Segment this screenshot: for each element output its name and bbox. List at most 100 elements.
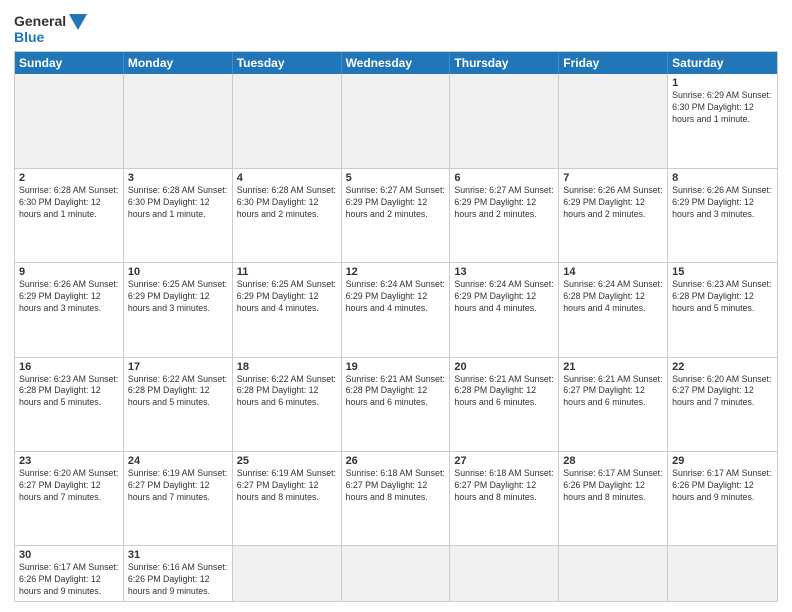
day-cell-3: 3Sunrise: 6:28 AM Sunset: 6:30 PM Daylig…: [124, 169, 233, 263]
day-cell-31: 31Sunrise: 6:16 AM Sunset: 6:26 PM Dayli…: [124, 546, 233, 601]
empty-cell: [668, 546, 777, 601]
empty-cell: [450, 546, 559, 601]
cell-info: Sunrise: 6:23 AM Sunset: 6:28 PM Dayligh…: [19, 374, 119, 410]
day-cell-12: 12Sunrise: 6:24 AM Sunset: 6:29 PM Dayli…: [342, 263, 451, 357]
day-number: 15: [672, 266, 773, 278]
cell-info: Sunrise: 6:21 AM Sunset: 6:28 PM Dayligh…: [346, 374, 446, 410]
day-number: 31: [128, 549, 228, 561]
cell-info: Sunrise: 6:22 AM Sunset: 6:28 PM Dayligh…: [128, 374, 228, 410]
empty-cell: [233, 546, 342, 601]
day-cell-13: 13Sunrise: 6:24 AM Sunset: 6:29 PM Dayli…: [450, 263, 559, 357]
day-number: 5: [346, 172, 446, 184]
day-number: 1: [672, 77, 773, 89]
day-cell-23: 23Sunrise: 6:20 AM Sunset: 6:27 PM Dayli…: [15, 452, 124, 546]
header: General Blue: [14, 10, 778, 45]
logo-line1: General: [14, 14, 87, 30]
day-cell-17: 17Sunrise: 6:22 AM Sunset: 6:28 PM Dayli…: [124, 358, 233, 452]
cell-info: Sunrise: 6:18 AM Sunset: 6:27 PM Dayligh…: [346, 468, 446, 504]
day-cell-7: 7Sunrise: 6:26 AM Sunset: 6:29 PM Daylig…: [559, 169, 668, 263]
cell-info: Sunrise: 6:22 AM Sunset: 6:28 PM Dayligh…: [237, 374, 337, 410]
day-number: 8: [672, 172, 773, 184]
day-number: 26: [346, 455, 446, 467]
day-cell-30: 30Sunrise: 6:17 AM Sunset: 6:26 PM Dayli…: [15, 546, 124, 601]
cell-info: Sunrise: 6:18 AM Sunset: 6:27 PM Dayligh…: [454, 468, 554, 504]
day-number: 17: [128, 361, 228, 373]
day-number: 13: [454, 266, 554, 278]
day-cell-1: 1Sunrise: 6:29 AM Sunset: 6:30 PM Daylig…: [668, 74, 777, 168]
cell-info: Sunrise: 6:19 AM Sunset: 6:27 PM Dayligh…: [237, 468, 337, 504]
day-header-monday: Monday: [124, 52, 233, 74]
empty-cell: [342, 546, 451, 601]
day-cell-8: 8Sunrise: 6:26 AM Sunset: 6:29 PM Daylig…: [668, 169, 777, 263]
cell-info: Sunrise: 6:28 AM Sunset: 6:30 PM Dayligh…: [19, 185, 119, 221]
day-cell-9: 9Sunrise: 6:26 AM Sunset: 6:29 PM Daylig…: [15, 263, 124, 357]
day-number: 10: [128, 266, 228, 278]
day-cell-5: 5Sunrise: 6:27 AM Sunset: 6:29 PM Daylig…: [342, 169, 451, 263]
cell-info: Sunrise: 6:23 AM Sunset: 6:28 PM Dayligh…: [672, 279, 773, 315]
empty-cell: [559, 74, 668, 168]
day-cell-26: 26Sunrise: 6:18 AM Sunset: 6:27 PM Dayli…: [342, 452, 451, 546]
day-cell-15: 15Sunrise: 6:23 AM Sunset: 6:28 PM Dayli…: [668, 263, 777, 357]
day-number: 14: [563, 266, 663, 278]
cell-info: Sunrise: 6:26 AM Sunset: 6:29 PM Dayligh…: [672, 185, 773, 221]
day-cell-4: 4Sunrise: 6:28 AM Sunset: 6:30 PM Daylig…: [233, 169, 342, 263]
day-cell-19: 19Sunrise: 6:21 AM Sunset: 6:28 PM Dayli…: [342, 358, 451, 452]
day-header-saturday: Saturday: [668, 52, 777, 74]
cell-info: Sunrise: 6:26 AM Sunset: 6:29 PM Dayligh…: [563, 185, 663, 221]
day-number: 30: [19, 549, 119, 561]
day-number: 2: [19, 172, 119, 184]
day-number: 18: [237, 361, 337, 373]
empty-cell: [124, 74, 233, 168]
cell-info: Sunrise: 6:24 AM Sunset: 6:29 PM Dayligh…: [454, 279, 554, 315]
calendar: SundayMondayTuesdayWednesdayThursdayFrid…: [14, 51, 778, 602]
day-cell-11: 11Sunrise: 6:25 AM Sunset: 6:29 PM Dayli…: [233, 263, 342, 357]
day-number: 23: [19, 455, 119, 467]
day-number: 25: [237, 455, 337, 467]
cell-info: Sunrise: 6:17 AM Sunset: 6:26 PM Dayligh…: [563, 468, 663, 504]
day-cell-16: 16Sunrise: 6:23 AM Sunset: 6:28 PM Dayli…: [15, 358, 124, 452]
empty-cell: [559, 546, 668, 601]
cell-info: Sunrise: 6:28 AM Sunset: 6:30 PM Dayligh…: [237, 185, 337, 221]
cell-info: Sunrise: 6:27 AM Sunset: 6:29 PM Dayligh…: [454, 185, 554, 221]
cell-info: Sunrise: 6:29 AM Sunset: 6:30 PM Dayligh…: [672, 90, 773, 126]
cell-info: Sunrise: 6:21 AM Sunset: 6:27 PM Dayligh…: [563, 374, 663, 410]
day-number: 6: [454, 172, 554, 184]
day-number: 29: [672, 455, 773, 467]
day-cell-28: 28Sunrise: 6:17 AM Sunset: 6:26 PM Dayli…: [559, 452, 668, 546]
day-number: 7: [563, 172, 663, 184]
day-number: 12: [346, 266, 446, 278]
logo-blue-text: Blue: [14, 30, 87, 45]
logo: General Blue: [14, 14, 87, 45]
day-number: 21: [563, 361, 663, 373]
day-header-thursday: Thursday: [450, 52, 559, 74]
logo-text-block: General Blue: [14, 14, 87, 45]
empty-cell: [450, 74, 559, 168]
cell-info: Sunrise: 6:16 AM Sunset: 6:26 PM Dayligh…: [128, 562, 228, 598]
day-number: 3: [128, 172, 228, 184]
day-cell-2: 2Sunrise: 6:28 AM Sunset: 6:30 PM Daylig…: [15, 169, 124, 263]
day-cell-20: 20Sunrise: 6:21 AM Sunset: 6:28 PM Dayli…: [450, 358, 559, 452]
day-header-wednesday: Wednesday: [342, 52, 451, 74]
cell-info: Sunrise: 6:25 AM Sunset: 6:29 PM Dayligh…: [128, 279, 228, 315]
cell-info: Sunrise: 6:27 AM Sunset: 6:29 PM Dayligh…: [346, 185, 446, 221]
cell-info: Sunrise: 6:24 AM Sunset: 6:29 PM Dayligh…: [346, 279, 446, 315]
cell-info: Sunrise: 6:17 AM Sunset: 6:26 PM Dayligh…: [19, 562, 119, 598]
cell-info: Sunrise: 6:21 AM Sunset: 6:28 PM Dayligh…: [454, 374, 554, 410]
day-number: 16: [19, 361, 119, 373]
day-cell-27: 27Sunrise: 6:18 AM Sunset: 6:27 PM Dayli…: [450, 452, 559, 546]
cell-info: Sunrise: 6:20 AM Sunset: 6:27 PM Dayligh…: [672, 374, 773, 410]
day-number: 20: [454, 361, 554, 373]
day-headers: SundayMondayTuesdayWednesdayThursdayFrid…: [15, 52, 777, 74]
day-cell-10: 10Sunrise: 6:25 AM Sunset: 6:29 PM Dayli…: [124, 263, 233, 357]
day-cell-18: 18Sunrise: 6:22 AM Sunset: 6:28 PM Dayli…: [233, 358, 342, 452]
empty-cell: [15, 74, 124, 168]
cell-info: Sunrise: 6:25 AM Sunset: 6:29 PM Dayligh…: [237, 279, 337, 315]
page: General Blue SundayMondayTuesdayWednesda…: [0, 0, 792, 612]
day-number: 19: [346, 361, 446, 373]
day-number: 9: [19, 266, 119, 278]
day-cell-21: 21Sunrise: 6:21 AM Sunset: 6:27 PM Dayli…: [559, 358, 668, 452]
day-cell-22: 22Sunrise: 6:20 AM Sunset: 6:27 PM Dayli…: [668, 358, 777, 452]
cell-info: Sunrise: 6:20 AM Sunset: 6:27 PM Dayligh…: [19, 468, 119, 504]
cell-info: Sunrise: 6:24 AM Sunset: 6:28 PM Dayligh…: [563, 279, 663, 315]
day-number: 28: [563, 455, 663, 467]
